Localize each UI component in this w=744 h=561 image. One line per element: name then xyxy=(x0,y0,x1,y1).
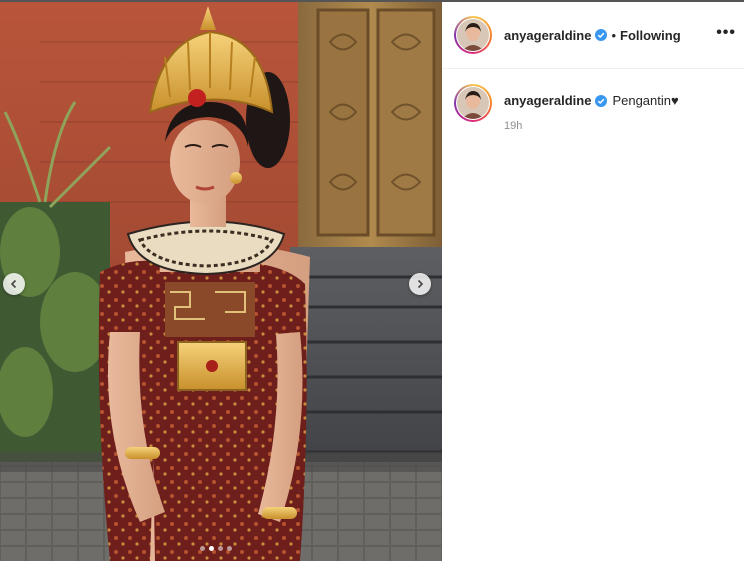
username-link[interactable]: anyageraldine xyxy=(504,28,591,43)
carousel-dot xyxy=(218,546,223,551)
chevron-left-icon xyxy=(10,279,17,289)
carousel-dot-active xyxy=(209,546,214,551)
caption-text: Pengantin♥ xyxy=(612,93,679,108)
more-options-icon[interactable]: ••• xyxy=(716,24,736,42)
carousel-prev-button[interactable] xyxy=(3,273,25,295)
timestamp[interactable]: 19h xyxy=(504,120,679,132)
caption: anyageraldine Pengantin♥ 19h xyxy=(454,84,679,132)
post-side-panel: anyageraldine • Following ••• anyagerald… xyxy=(442,2,744,561)
caption-username-link[interactable]: anyageraldine xyxy=(504,93,591,108)
carousel-indicator xyxy=(200,546,232,551)
post-media-photo[interactable] xyxy=(0,2,442,561)
carousel-next-button[interactable] xyxy=(409,273,431,295)
story-ring[interactable] xyxy=(454,16,492,54)
following-button[interactable]: Following xyxy=(620,28,681,43)
avatar xyxy=(457,19,489,51)
verified-badge-icon xyxy=(595,29,608,41)
chevron-right-icon xyxy=(417,279,424,289)
post-photo xyxy=(0,2,442,561)
post-header: anyageraldine • Following ••• xyxy=(442,2,744,69)
separator-dot: • xyxy=(611,27,616,43)
caption-avatar xyxy=(457,87,489,119)
carousel-dot xyxy=(200,546,205,551)
verified-badge-icon xyxy=(595,94,608,107)
caption-story-ring[interactable] xyxy=(454,84,492,122)
carousel-dot xyxy=(227,546,232,551)
